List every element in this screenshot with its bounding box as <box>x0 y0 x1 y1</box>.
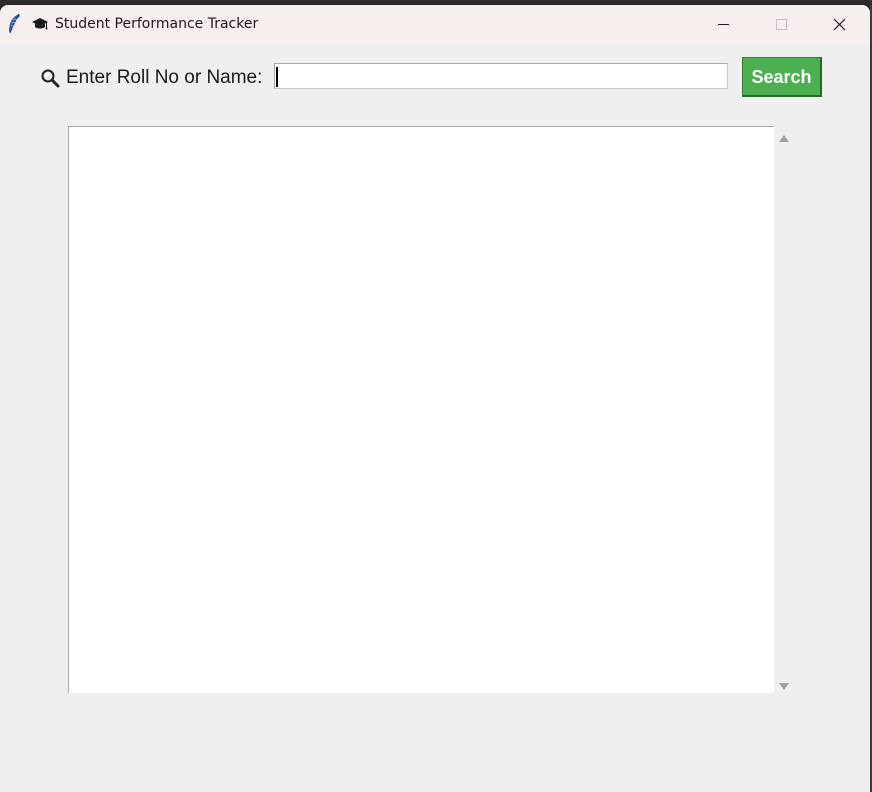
app-window: Student Performance Tracker Enter Roll N… <box>0 5 870 792</box>
minimize-icon <box>718 24 729 25</box>
search-button[interactable]: Search <box>742 57 822 97</box>
scroll-down-arrow-icon[interactable] <box>778 677 790 690</box>
title-bar[interactable]: Student Performance Tracker <box>0 5 870 44</box>
search-input[interactable] <box>274 63 728 89</box>
text-caret <box>276 67 278 87</box>
main-content: Enter Roll No or Name: Search <box>0 44 870 792</box>
results-text-area[interactable] <box>68 126 774 693</box>
magnifier-icon <box>40 68 60 88</box>
graduation-cap-icon <box>31 15 49 33</box>
search-label: Enter Roll No or Name: <box>66 67 263 88</box>
maximize-icon <box>776 19 787 30</box>
close-button[interactable] <box>810 5 868 44</box>
minimize-button[interactable] <box>694 5 752 44</box>
results-scrollbar[interactable] <box>774 126 794 693</box>
close-icon <box>833 18 846 31</box>
window-title: Student Performance Tracker <box>55 16 259 32</box>
scroll-up-arrow-icon[interactable] <box>778 130 790 142</box>
feather-icon <box>6 13 22 35</box>
maximize-button[interactable] <box>752 5 810 44</box>
